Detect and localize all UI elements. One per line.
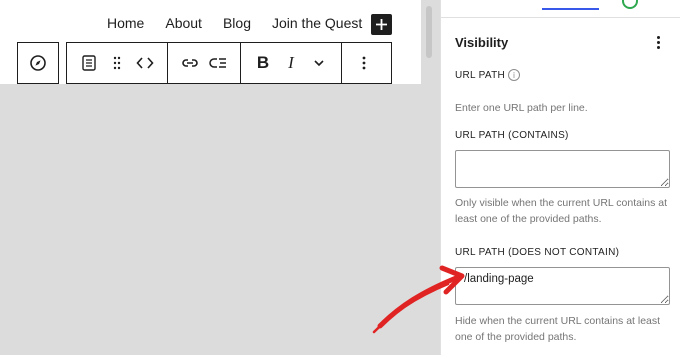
more-options-icon[interactable] bbox=[352, 51, 376, 75]
nav-link-blog[interactable]: Blog bbox=[223, 15, 251, 31]
sidebar-tabs-divider bbox=[441, 17, 680, 18]
add-block-button[interactable] bbox=[371, 14, 392, 35]
bold-button[interactable]: B bbox=[251, 51, 275, 75]
url-path-help: Enter one URL path per line. bbox=[455, 102, 588, 114]
toolbar-group-format: B I bbox=[240, 43, 341, 83]
drag-handle-icon[interactable] bbox=[105, 51, 129, 75]
panel-title: Visibility bbox=[455, 35, 509, 50]
italic-button[interactable]: I bbox=[279, 51, 303, 75]
canvas-scrollbar[interactable] bbox=[426, 6, 432, 58]
toolbar-group-block bbox=[67, 43, 167, 83]
nav-link-about[interactable]: About bbox=[165, 15, 202, 31]
toolbar-group-link bbox=[167, 43, 240, 83]
url-path-not-contains-field[interactable]: /landing-page bbox=[455, 267, 670, 305]
block-icon[interactable] bbox=[77, 51, 101, 75]
url-path-contains-label: URL PATH (CONTAINS) bbox=[455, 130, 569, 141]
nav-link-home[interactable]: Home bbox=[107, 15, 144, 31]
chevron-down-icon[interactable] bbox=[307, 51, 331, 75]
active-tab-indicator bbox=[542, 8, 599, 10]
toolbar-parent-selector[interactable] bbox=[17, 42, 59, 84]
url-path-label: URL PATH bbox=[455, 70, 505, 81]
submenu-icon[interactable] bbox=[206, 51, 230, 75]
plus-icon bbox=[376, 19, 387, 30]
compass-icon[interactable] bbox=[26, 51, 50, 75]
url-path-not-contains-help: Hide when the current URL contains at le… bbox=[455, 315, 661, 343]
url-path-contains-help: Only visible when the current URL contai… bbox=[455, 197, 668, 225]
site-navigation: Home About Blog Join the Quest bbox=[107, 15, 382, 31]
block-toolbar: B I bbox=[66, 42, 392, 84]
panel-options-button[interactable] bbox=[650, 33, 666, 51]
toolbar-group-more bbox=[341, 43, 386, 83]
url-path-not-contains-label: URL PATH (DOES NOT CONTAIN) bbox=[455, 247, 620, 258]
nav-link-join-the-quest[interactable]: Join the Quest bbox=[272, 15, 362, 31]
code-icon[interactable] bbox=[133, 51, 157, 75]
info-icon[interactable]: i bbox=[508, 69, 520, 81]
url-path-contains-field[interactable] bbox=[455, 150, 670, 188]
link-icon[interactable] bbox=[178, 51, 202, 75]
